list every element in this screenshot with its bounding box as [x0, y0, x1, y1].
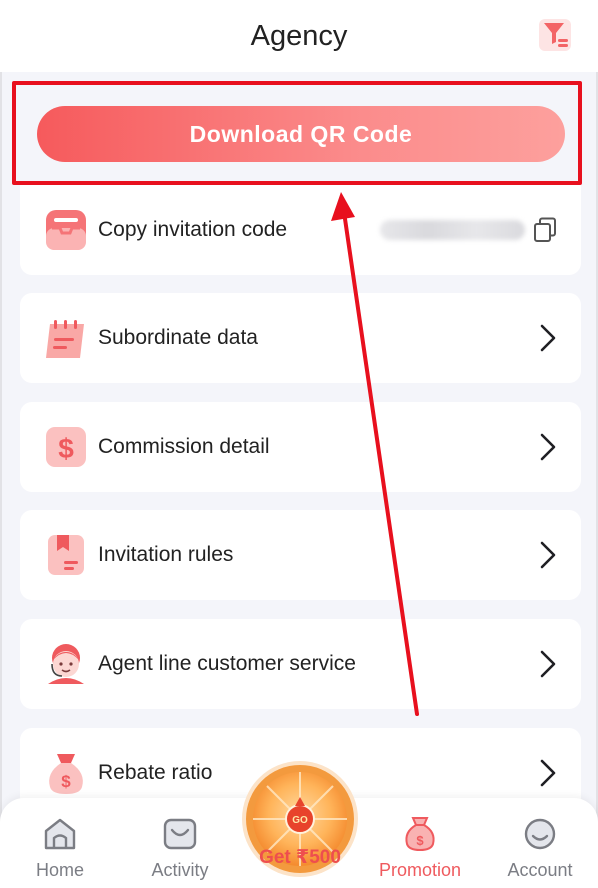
nav-promotion-label: Promotion	[378, 860, 462, 880]
calendar-list-icon	[46, 320, 84, 358]
copy-icon[interactable]	[533, 217, 557, 243]
chevron-right-icon	[540, 324, 556, 352]
chevron-right-icon	[540, 433, 556, 461]
copy-invitation-code-label: Copy invitation code	[98, 218, 288, 241]
nav-home-label: Home	[35, 860, 84, 880]
commission-detail-label: Commission detail	[98, 435, 270, 458]
svg-text:$: $	[61, 772, 71, 791]
svg-text:$: $	[416, 833, 424, 848]
wheel-reward-label: Get ₹500	[259, 847, 341, 868]
dollar-icon: $	[46, 427, 86, 467]
inbox-tray-icon	[46, 210, 86, 250]
copy-invitation-code-row[interactable]: Copy invitation code	[20, 185, 581, 275]
nav-account-label: Account	[507, 860, 573, 880]
nav-activity[interactable]: Activity	[125, 798, 235, 888]
nav-home[interactable]: Home	[5, 798, 115, 888]
money-bag-icon: $	[49, 754, 83, 794]
invitation-rules-row[interactable]: Invitation rules	[20, 510, 581, 600]
app-header: Agency	[0, 0, 598, 72]
download-qr-code-button[interactable]: Download QR Code	[37, 106, 565, 162]
page-title: Agency	[250, 19, 348, 52]
agent-headset-icon	[48, 644, 84, 684]
nav-promotion[interactable]: $ Promotion	[365, 798, 475, 888]
money-bag-icon: $	[405, 817, 435, 852]
invitation-rules-label: Invitation rules	[98, 543, 234, 566]
nav-account[interactable]: Account	[485, 798, 595, 888]
agent-customer-service-row[interactable]: Agent line customer service	[20, 619, 581, 709]
filter-icon[interactable]	[538, 18, 572, 52]
invitation-code-value-blurred	[380, 220, 525, 240]
chevron-right-icon	[540, 650, 556, 678]
svg-text:$: $	[58, 433, 74, 464]
subordinate-data-row[interactable]: Subordinate data	[20, 293, 581, 383]
agent-customer-service-label: Agent line customer service	[98, 652, 356, 675]
bookmark-doc-icon	[48, 535, 84, 575]
chevron-right-icon	[540, 759, 556, 787]
chevron-right-icon	[540, 541, 556, 569]
subordinate-data-label: Subordinate data	[98, 326, 258, 349]
smile-face-icon	[524, 818, 556, 850]
home-icon	[44, 818, 76, 850]
wheel-go-label: GO	[292, 815, 308, 826]
gift-box-icon	[163, 818, 197, 850]
commission-detail-row[interactable]: $ Commission detail	[20, 402, 581, 492]
nav-activity-label: Activity	[151, 860, 209, 880]
rebate-ratio-label: Rebate ratio	[98, 761, 213, 784]
